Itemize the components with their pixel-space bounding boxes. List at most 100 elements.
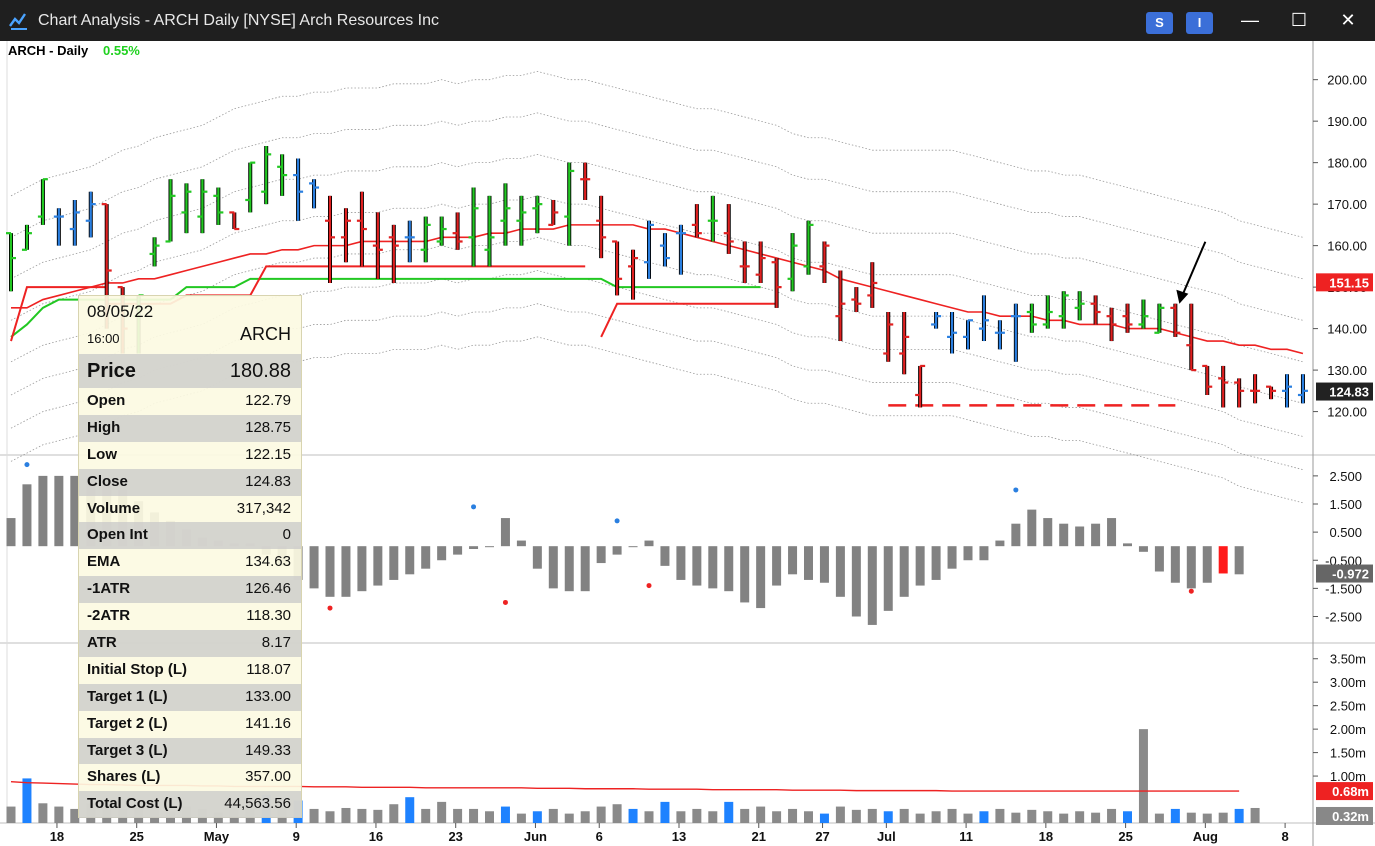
oscillator-signal-dot <box>502 599 508 605</box>
data-window-key: Low <box>87 445 117 463</box>
volume-bar <box>1091 812 1101 823</box>
date-axis-label: Jun <box>524 829 547 844</box>
oscillator-bar <box>516 540 526 547</box>
date-axis-label: 13 <box>672 829 686 844</box>
data-window-date: 08/05/22 <box>87 302 154 321</box>
volume-bar <box>548 808 558 823</box>
volume-bar <box>38 803 48 823</box>
date-axis-label: 27 <box>815 829 829 844</box>
oscillator-bar <box>995 540 1005 547</box>
volume-bar <box>851 809 861 823</box>
data-window-key: Price <box>87 360 136 382</box>
volume-bar <box>453 808 463 823</box>
date-axis-label: 18 <box>50 829 64 844</box>
data-window-value: 122.79 <box>245 392 291 409</box>
oscillator-signal-dot <box>1188 588 1194 594</box>
i-button[interactable]: I <box>1186 12 1213 34</box>
oscillator-signal-dot <box>24 462 30 468</box>
atr-band-line <box>10 112 1304 280</box>
data-window-value: 124.83 <box>245 472 291 490</box>
price-axis-label: 170.00 <box>1327 197 1367 212</box>
volume-axis-label: 3.50m <box>1330 652 1366 667</box>
oscillator-bar <box>405 546 415 575</box>
data-window-value: 128.75 <box>245 418 291 436</box>
data-window-key: ATR <box>87 634 117 652</box>
data-window-row: Initial Stop (L) 118.07 <box>79 657 301 684</box>
volume-bar <box>1123 811 1132 823</box>
data-window-row: Low 122.15 <box>79 442 301 469</box>
volume-bar <box>788 808 798 823</box>
oscillator-axis-label: -2.500 <box>1325 610 1362 625</box>
volume-bar <box>341 807 351 823</box>
data-window-key: Total Cost (L) <box>87 795 183 813</box>
volume-bar <box>421 808 431 823</box>
oscillator-signal-dot <box>614 518 620 524</box>
last-price-tag: 124.83 <box>1329 385 1369 400</box>
volume-bar <box>485 811 494 823</box>
volume-bar <box>883 811 893 823</box>
oscillator-bar <box>915 546 925 586</box>
volume-bar <box>1234 808 1244 823</box>
volume-bar <box>1011 812 1021 823</box>
date-axis-label: May <box>204 829 230 844</box>
data-window-value: 118.30 <box>246 607 291 625</box>
oscillator-bar <box>421 546 431 569</box>
oscillator-bar <box>1123 543 1132 547</box>
data-window-row: Open 122.79 <box>79 388 301 415</box>
oscillator-bar <box>500 518 510 547</box>
oscillator-bar <box>1043 518 1053 547</box>
close-button[interactable]: ✕ <box>1333 10 1363 31</box>
price-axis-label: 190.00 <box>1327 114 1367 129</box>
maximize-button[interactable]: ☐ <box>1284 10 1314 31</box>
price-axis-label: 140.00 <box>1327 322 1367 337</box>
oscillator-bar <box>660 546 670 566</box>
oscillator-bar <box>883 546 893 611</box>
oscillator-bar <box>899 546 909 597</box>
volume-bar <box>708 811 718 823</box>
data-window-row: Open Int 0 <box>79 522 301 550</box>
oscillator-signal-dot <box>327 605 333 611</box>
s-button[interactable]: S <box>1146 12 1173 34</box>
date-axis-label: 18 <box>1039 829 1053 844</box>
oscillator-bar <box>38 475 48 547</box>
oscillator-bar <box>1027 509 1037 547</box>
volume-bar <box>899 808 909 823</box>
volume-bar <box>580 811 590 823</box>
oscillator-bar <box>931 546 941 580</box>
minimize-button[interactable]: — <box>1235 10 1265 31</box>
oscillator-bar <box>963 546 973 561</box>
price-axis-label: 200.00 <box>1327 73 1367 88</box>
data-window-value: 134.63 <box>245 553 291 571</box>
annotation-arrow <box>1180 241 1207 299</box>
volume-bar <box>804 811 813 823</box>
oscillator-bar <box>756 546 766 609</box>
oscillator-bar <box>341 546 351 597</box>
oscillator-signal-dot <box>471 504 477 510</box>
oscillator-bar <box>6 518 16 547</box>
volume-bar <box>596 806 606 823</box>
oscillator-bar <box>835 546 845 597</box>
volume-value-tag: 0.32m <box>1332 809 1369 824</box>
volume-bar <box>309 808 319 823</box>
data-window-value: 44,563.56 <box>224 795 291 813</box>
volume-bar <box>724 801 734 823</box>
oscillator-bar <box>1107 518 1117 547</box>
volume-bar <box>54 806 64 823</box>
data-window-row: ATR 8.17 <box>79 630 301 657</box>
oscillator-bar <box>22 484 32 547</box>
oscillator-bar <box>628 546 638 548</box>
oscillator-bar <box>724 546 734 592</box>
volume-bar <box>692 808 702 823</box>
oscillator-signal-dot <box>1013 487 1019 493</box>
oscillator-bar <box>1154 546 1164 572</box>
date-axis-label: Jul <box>877 829 896 844</box>
date-axis-label: 25 <box>129 829 143 844</box>
data-window-value: 317,342 <box>236 499 291 517</box>
data-window-key: EMA <box>87 553 121 571</box>
oscillator-bar <box>772 546 782 586</box>
data-window-value: 180.88 <box>229 360 291 382</box>
volume-bar <box>469 808 479 823</box>
date-axis-label: 6 <box>596 829 603 844</box>
date-axis-label: Aug <box>1193 829 1218 844</box>
data-window: 08/05/22 16:00 ARCH Price 180.88 Open 122.7… <box>78 295 302 819</box>
